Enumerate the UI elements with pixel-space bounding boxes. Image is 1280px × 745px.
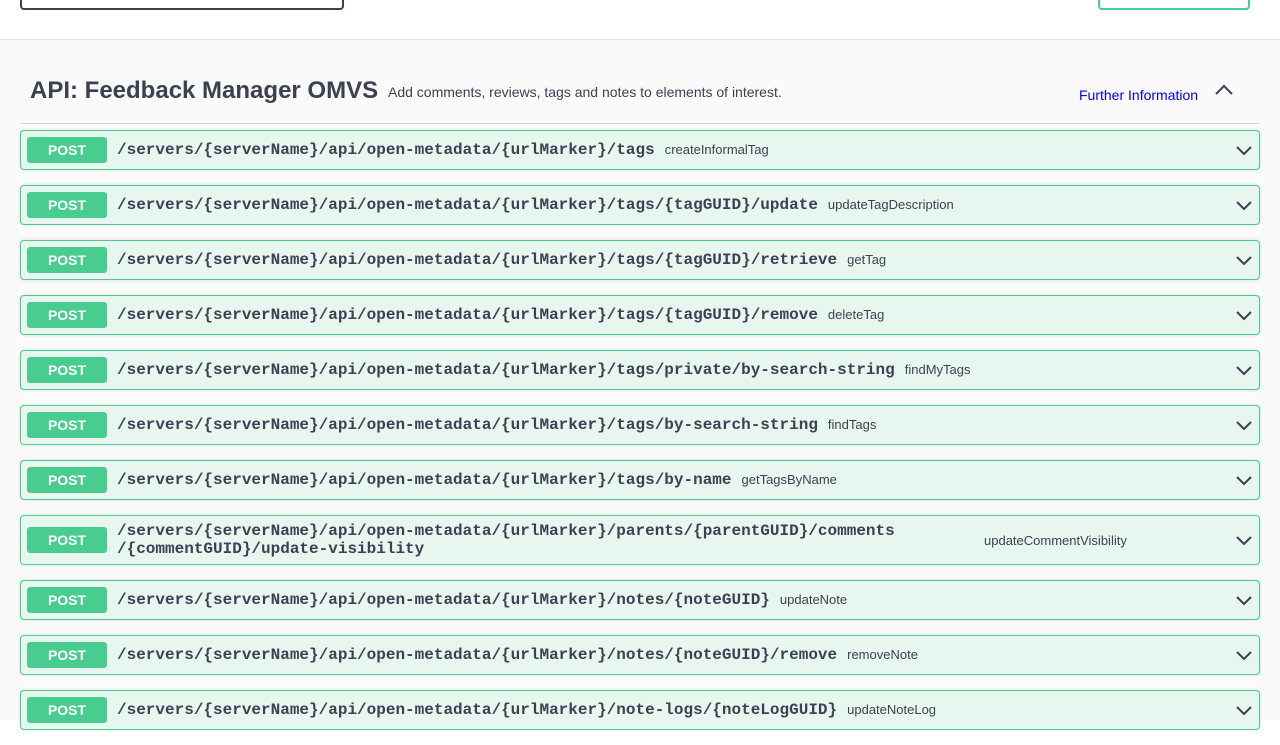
operation-row[interactable]: POST /servers/{serverName}/api/open-meta… <box>20 185 1260 225</box>
operation-summary: updateNote <box>779 592 848 607</box>
operation-path-line: /{commentGUID}/update-visibility <box>117 540 425 558</box>
operation-row[interactable]: POST /servers/{serverName}/api/open-meta… <box>20 690 1260 730</box>
operation-row[interactable]: POST /servers/{serverName}/api/open-meta… <box>20 295 1260 335</box>
operation-path: /servers/{serverName}/api/open-metadata/… <box>117 361 971 379</box>
operation-summary: updateNoteLog <box>847 702 937 717</box>
method-badge: POST <box>27 302 107 328</box>
method-badge: POST <box>27 357 107 383</box>
operation-summary: deleteTag <box>827 307 885 322</box>
chevron-down-icon[interactable] <box>1235 648 1253 662</box>
chevron-down-icon[interactable] <box>1235 363 1253 377</box>
operation-summary: updateTagDescription <box>827 197 954 212</box>
chevron-down-icon[interactable] <box>1235 593 1253 607</box>
chevron-down-icon[interactable] <box>1235 533 1253 547</box>
chevron-up-icon[interactable] <box>1212 80 1236 100</box>
operation-path: /servers/{serverName}/api/open-metadata/… <box>117 416 877 434</box>
operation-summary: getTag <box>847 252 887 267</box>
method-badge: POST <box>27 527 107 553</box>
operation-summary: findTags <box>827 417 877 432</box>
chevron-down-icon[interactable] <box>1235 198 1253 212</box>
operation-path: /servers/{serverName}/api/open-metadata/… <box>117 591 848 609</box>
operation-row[interactable]: POST /servers/{serverName}/api/open-meta… <box>20 405 1260 445</box>
further-information-link[interactable]: Further Information <box>1079 87 1198 103</box>
method-badge: POST <box>27 137 107 163</box>
chevron-down-icon[interactable] <box>1235 418 1253 432</box>
api-content: API: Feedback Manager OMVS Add comments,… <box>0 40 1280 730</box>
section-header[interactable]: API: Feedback Manager OMVS Add comments,… <box>20 40 1260 124</box>
operation-path: /servers/{serverName}/api/open-metadata/… <box>117 306 885 324</box>
operation-path: /servers/{serverName}/api/open-metadata/… <box>117 251 887 269</box>
chevron-down-icon[interactable] <box>1235 703 1253 717</box>
operation-row[interactable]: POST /servers/{serverName}/api/open-meta… <box>20 580 1260 620</box>
operation-summary: updateCommentVisibility <box>984 533 1127 548</box>
operation-row[interactable]: POST /servers/{serverName}/api/open-meta… <box>20 635 1260 675</box>
operation-path: /servers/{serverName}/api/open-metadata/… <box>117 701 937 719</box>
chevron-down-icon[interactable] <box>1235 143 1253 157</box>
authorize-button[interactable] <box>1098 0 1250 10</box>
operation-path: /servers/{serverName}/api/open-metadata/… <box>117 141 769 159</box>
operation-row[interactable]: POST /servers/{serverName}/api/open-meta… <box>20 515 1260 565</box>
method-badge: POST <box>27 697 107 723</box>
operations-list: POST /servers/{serverName}/api/open-meta… <box>20 130 1260 745</box>
top-bar <box>0 0 1280 40</box>
section-title: API: Feedback Manager OMVS <box>30 77 379 104</box>
method-badge: POST <box>27 587 107 613</box>
operation-path: /servers/{serverName}/api/open-metadata/… <box>117 522 895 558</box>
method-badge: POST <box>27 467 107 493</box>
section-description: Add comments, reviews, tags and notes to… <box>388 84 782 100</box>
operation-path: /servers/{serverName}/api/open-metadata/… <box>117 196 954 214</box>
method-badge: POST <box>27 412 107 438</box>
method-badge: POST <box>27 192 107 218</box>
operation-path: /servers/{serverName}/api/open-metadata/… <box>117 646 918 664</box>
operation-row[interactable]: POST /servers/{serverName}/api/open-meta… <box>20 240 1260 280</box>
operation-summary: findMyTags <box>904 362 971 377</box>
method-badge: POST <box>27 247 107 273</box>
operation-summary: getTagsByName <box>741 472 837 487</box>
chevron-down-icon[interactable] <box>1235 473 1253 487</box>
operation-row[interactable]: POST /servers/{serverName}/api/open-meta… <box>20 350 1260 390</box>
operation-row[interactable]: POST /servers/{serverName}/api/open-meta… <box>20 130 1260 170</box>
operation-path: /servers/{serverName}/api/open-metadata/… <box>117 471 837 489</box>
chevron-down-icon[interactable] <box>1235 253 1253 267</box>
chevron-down-icon[interactable] <box>1235 308 1253 322</box>
operation-summary: removeNote <box>847 647 918 662</box>
operation-path-line: /servers/{serverName}/api/open-metadata/… <box>117 522 895 540</box>
filter-input[interactable] <box>20 0 344 10</box>
operation-summary: createInformalTag <box>664 142 769 157</box>
operation-row[interactable]: POST /servers/{serverName}/api/open-meta… <box>20 460 1260 500</box>
method-badge: POST <box>27 642 107 668</box>
